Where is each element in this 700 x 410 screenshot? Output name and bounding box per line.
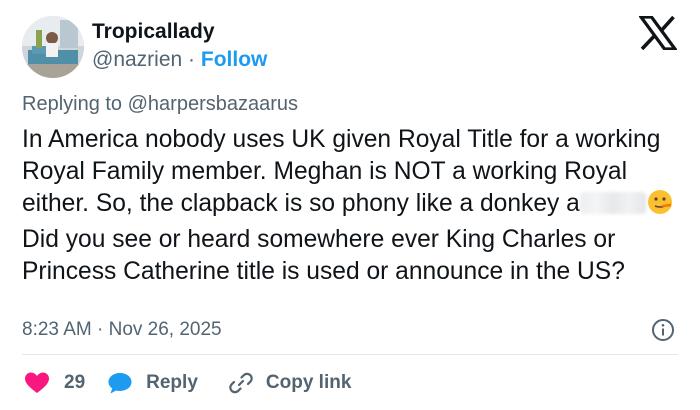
action-bar: 29 Reply Copy link: [22, 366, 351, 400]
info-icon[interactable]: [651, 318, 675, 342]
blurred-word: [579, 192, 646, 214]
separator-dot: ·: [188, 48, 196, 71]
reply-label: Reply: [146, 372, 198, 393]
tweet-text-part2: Did you see or heard somewhere ever King…: [22, 226, 625, 285]
lying-face-emoji-icon: [647, 189, 673, 224]
like-button[interactable]: 29: [24, 371, 85, 395]
tweet-text: In America nobody uses UK given Royal Ti…: [22, 124, 682, 288]
replying-to: Replying to @harpersbazaarus: [22, 93, 298, 116]
author-name[interactable]: Tropicallady: [92, 20, 215, 44]
copy-link-button[interactable]: Copy link: [228, 370, 352, 396]
author-handle-row: @nazrien · Follow: [92, 48, 267, 72]
tweet-timestamp[interactable]: 8:23 AM · Nov 26, 2025: [22, 319, 222, 341]
x-logo-icon[interactable]: [637, 15, 679, 51]
copy-link-label: Copy link: [265, 372, 352, 393]
speech-bubble-icon: [107, 371, 133, 395]
reply-mention-link[interactable]: @harpersbazaarus: [128, 93, 298, 115]
avatar[interactable]: [22, 16, 84, 78]
replying-prefix: Replying to: [22, 93, 123, 115]
reply-button[interactable]: Reply: [107, 371, 198, 395]
tweet-text-part1: In America nobody uses UK given Royal Ti…: [22, 126, 661, 217]
like-count: 29: [64, 372, 86, 393]
tweet-card: Tropicallady @nazrien · Follow Replying …: [0, 0, 700, 410]
follow-button[interactable]: Follow: [201, 48, 268, 71]
link-icon: [228, 370, 254, 396]
author-handle[interactable]: @nazrien: [92, 48, 182, 71]
heart-icon: [24, 371, 50, 395]
divider: [22, 354, 678, 355]
